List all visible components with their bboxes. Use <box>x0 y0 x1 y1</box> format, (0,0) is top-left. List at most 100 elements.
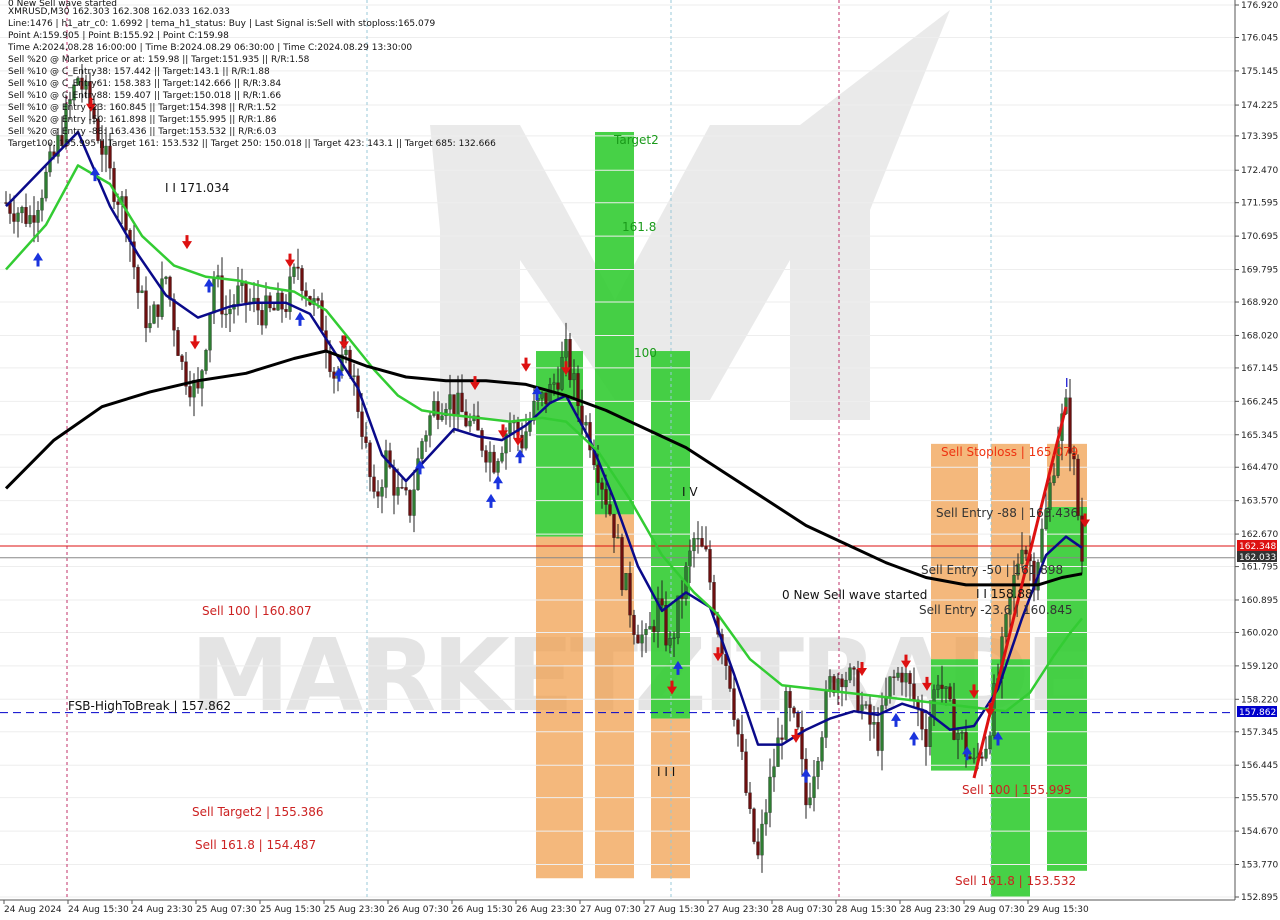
candle-body <box>1052 475 1056 484</box>
candle-body <box>1024 549 1028 555</box>
candle-body <box>544 392 548 404</box>
candle-body <box>500 452 504 462</box>
candle-body <box>900 672 904 683</box>
candle-body <box>172 299 176 331</box>
candle-body <box>696 538 700 540</box>
candle-body <box>488 451 492 463</box>
candle-body <box>612 513 616 538</box>
candle-body <box>840 678 844 688</box>
candle-body <box>732 688 736 720</box>
candle-body <box>384 450 388 488</box>
candle-body <box>260 310 264 326</box>
y-tick-label: 156.445 <box>1241 761 1278 771</box>
candle-body <box>228 308 232 315</box>
x-tick-label: 26 Aug 23:30 <box>516 905 577 915</box>
candle-body <box>180 355 184 362</box>
sell-stoploss-label: Sell Stoploss | 165.079 <box>941 445 1078 459</box>
candle-body <box>848 667 852 681</box>
fsb-label: FSB-HighToBreak | 157.862 <box>68 699 231 713</box>
candle-body <box>604 489 608 505</box>
candle-body <box>300 268 304 291</box>
ask-tag: 162.348 <box>1239 542 1276 552</box>
candle-body <box>12 213 16 222</box>
candle-body <box>968 756 972 759</box>
candle-body <box>568 339 572 381</box>
candle-body <box>452 394 456 417</box>
partial-level-label: I I 158.88 <box>976 587 1033 601</box>
candle-body <box>16 212 20 222</box>
info-line-6: Sell %10 @ C_Entry38: 157.442 || Target:… <box>8 67 270 77</box>
candle-body <box>140 290 144 293</box>
candle-body <box>944 686 948 689</box>
y-tick-label: 174.225 <box>1241 101 1278 111</box>
y-tick-label: 166.245 <box>1241 397 1278 407</box>
candle-body <box>736 719 740 735</box>
x-tick-label: 26 Aug 15:30 <box>452 905 513 915</box>
y-tick-label: 167.145 <box>1241 364 1278 374</box>
candle-body <box>396 487 400 496</box>
candle-body <box>808 797 812 806</box>
candle-body <box>424 435 428 442</box>
chart-window: MARKETZITRADE I I 171.034 Target2 161.8 … <box>0 0 1280 920</box>
candle-body <box>344 349 348 355</box>
candle-body <box>872 722 876 725</box>
price-chart[interactable]: MARKETZITRADE I I 171.034 Target2 161.8 … <box>0 0 1280 920</box>
candle-body <box>744 751 748 793</box>
y-tick-label: 152.895 <box>1241 893 1278 903</box>
candle-body <box>820 737 824 762</box>
x-tick-label: 28 Aug 07:30 <box>772 905 833 915</box>
candle-body <box>284 309 288 312</box>
candle-body <box>984 748 988 759</box>
candle-body <box>632 614 636 635</box>
candle-body <box>292 266 296 277</box>
candle-body <box>164 276 168 279</box>
x-tick-label: 26 Aug 07:30 <box>388 905 449 915</box>
candle-body <box>648 626 652 630</box>
candle-body <box>412 489 416 516</box>
candle-body <box>392 467 396 496</box>
candle-body <box>236 285 240 305</box>
candle-body <box>572 373 576 381</box>
candle-body <box>896 672 900 678</box>
candle-body <box>960 732 964 734</box>
y-tick-label: 169.795 <box>1241 266 1278 276</box>
candle-body <box>876 722 880 751</box>
candle-body <box>864 704 868 706</box>
candle-body <box>400 487 404 489</box>
candle-body <box>152 304 156 324</box>
candle-body <box>456 392 460 417</box>
x-tick-label: 27 Aug 23:30 <box>708 905 769 915</box>
candle-body <box>460 392 464 412</box>
info-line-3: Point A:159.905 | Point B:155.92 | Point… <box>8 31 229 41</box>
candle-body <box>904 673 908 683</box>
candle-body <box>212 278 216 314</box>
candle-body <box>644 629 648 635</box>
candle-body <box>760 823 764 856</box>
candle-body <box>672 637 676 640</box>
x-tick-label: 27 Aug 15:30 <box>644 905 705 915</box>
fib-161-label: 161.8 <box>622 220 656 234</box>
info-line-9: Sell %10 @ Entry -23: 160.845 || Target:… <box>8 103 276 113</box>
candle-body <box>436 401 440 420</box>
candle-body <box>920 708 924 730</box>
candle-body <box>620 537 624 591</box>
candle-body <box>796 713 800 728</box>
x-tick-label: 25 Aug 07:30 <box>196 905 257 915</box>
candle-body <box>640 634 644 644</box>
target2-label: Target2 <box>613 133 659 147</box>
candle-body <box>600 482 604 490</box>
zone-green-0 <box>536 351 583 537</box>
candle-body <box>776 737 780 767</box>
x-tick-label: 28 Aug 15:30 <box>836 905 897 915</box>
y-tick-label: 163.570 <box>1241 497 1278 507</box>
x-tick-label: 27 Aug 07:30 <box>580 905 641 915</box>
candle-body <box>596 464 600 483</box>
candle-body <box>548 384 552 404</box>
candle-body <box>560 357 564 390</box>
candle-body <box>148 323 152 329</box>
wave-i-label: I <box>1065 376 1069 390</box>
candle-body <box>256 297 260 311</box>
candle-body <box>24 207 28 224</box>
info-line-8: Sell %10 @ C_Entry88: 159.407 || Target:… <box>8 91 281 101</box>
candle-body <box>676 595 680 639</box>
